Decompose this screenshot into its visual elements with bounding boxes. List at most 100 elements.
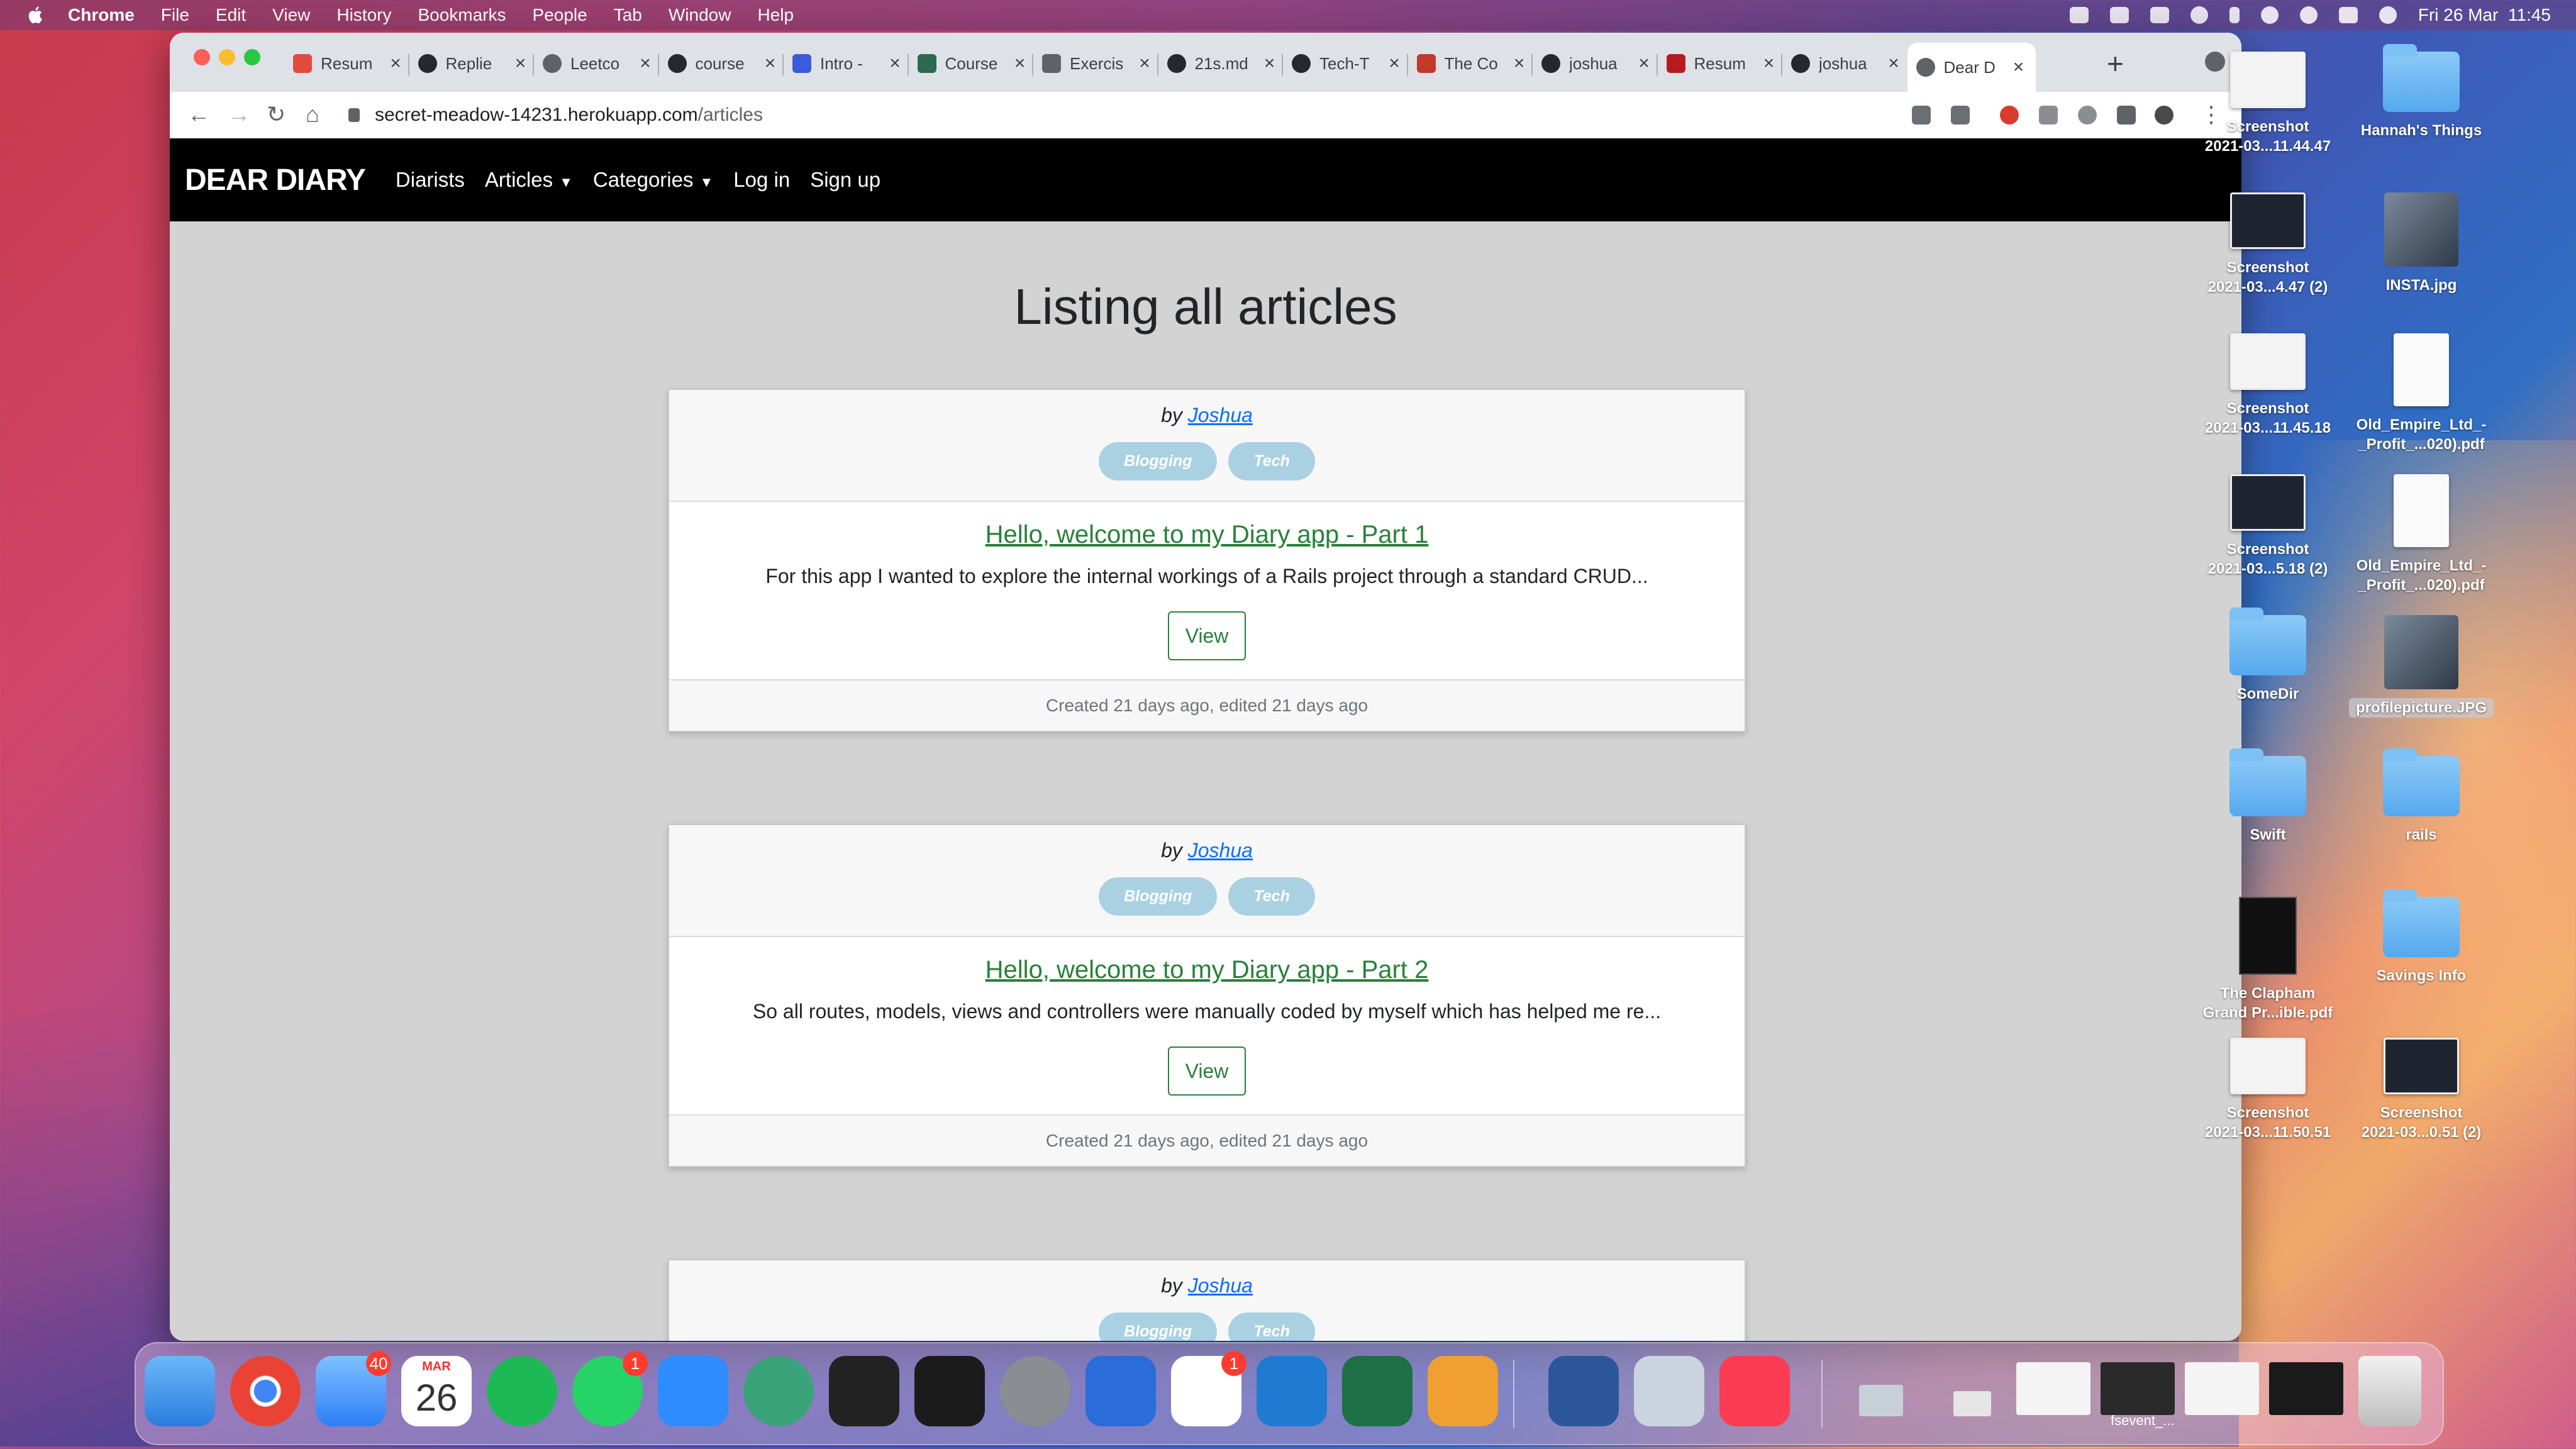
control-center-icon[interactable] xyxy=(2338,7,2358,23)
devtools-extension-icon[interactable] xyxy=(2039,106,2058,125)
close-tab-icon[interactable]: × xyxy=(1885,53,1902,74)
author-link[interactable]: Joshua xyxy=(1188,1274,1253,1297)
desktop-item[interactable]: The Clapham Grand Pr...ible.pdf xyxy=(2196,897,2340,1023)
desktop-item[interactable]: Screenshot 2021-03...5.18 (2) xyxy=(2196,474,2340,579)
close-tab-icon[interactable]: × xyxy=(1511,53,1528,74)
browser-tab[interactable]: The Co × xyxy=(1408,43,1536,84)
desktop-item[interactable]: Screenshot 2021-03...11.50.51 xyxy=(2196,1038,2340,1142)
category-badge[interactable]: Tech xyxy=(1228,877,1315,916)
zoom-window-button[interactable] xyxy=(244,49,260,65)
browser-tab[interactable]: Tech-T × xyxy=(1283,43,1411,84)
desktop-item[interactable]: Screenshot 2021-03...11.44.47 xyxy=(2196,52,2340,156)
puzzle-extensions-icon[interactable] xyxy=(2117,106,2136,125)
menu-help[interactable]: Help xyxy=(757,5,794,25)
address-bar[interactable]: secret-meadow-14231.herokuapp.com/articl… xyxy=(348,98,2135,132)
author-link[interactable]: Joshua xyxy=(1188,839,1253,862)
desktop-item[interactable]: INSTA.jpg xyxy=(2349,192,2494,295)
desktop-item[interactable]: Hannah's Things xyxy=(2349,44,2494,140)
excel-icon[interactable] xyxy=(1342,1356,1413,1426)
nav-articles-dropdown[interactable]: Articles ▼ xyxy=(485,168,573,192)
category-badge[interactable]: Tech xyxy=(1228,442,1315,480)
vscode-icon[interactable] xyxy=(1257,1356,1327,1426)
music-icon[interactable] xyxy=(1719,1356,1790,1426)
menu-window[interactable]: Window xyxy=(669,5,731,25)
category-badge[interactable]: Tech xyxy=(1228,1313,1315,1341)
desktop-item[interactable]: SomeDir xyxy=(2196,608,2340,704)
desktop-item[interactable]: Screenshot 2021-03...0.51 (2) xyxy=(2349,1038,2494,1142)
browser-tab[interactable]: Resum × xyxy=(1658,43,1786,84)
system-preferences-icon[interactable] xyxy=(1000,1356,1070,1426)
back-arrow-icon[interactable]: ← xyxy=(187,102,210,127)
minimized-window-thumbnail[interactable] xyxy=(2185,1362,2259,1415)
close-tab-icon[interactable]: × xyxy=(1636,53,1652,74)
slack-icon[interactable]: 1 xyxy=(1171,1351,1246,1426)
key-icon[interactable] xyxy=(1912,106,1931,125)
desktop-item[interactable]: Swift xyxy=(2196,748,2340,845)
atom-icon[interactable] xyxy=(743,1356,814,1426)
wifi-icon[interactable] xyxy=(2260,6,2279,24)
browser-tab[interactable]: Resum × xyxy=(284,43,413,84)
close-tab-icon[interactable]: × xyxy=(637,53,653,74)
bluetooth-icon[interactable] xyxy=(2229,7,2240,23)
article-title-link[interactable]: Hello, welcome to my Diary app - Part 1 xyxy=(669,521,1745,549)
close-tab-icon[interactable]: × xyxy=(1012,53,1028,74)
preview-icon[interactable] xyxy=(1634,1356,1704,1426)
home-icon[interactable]: ⌂ xyxy=(306,102,319,127)
view-article-button[interactable]: View xyxy=(1168,1046,1246,1096)
desktop-item[interactable]: Screenshot 2021-03...4.47 (2) xyxy=(2196,192,2340,297)
close-tab-icon[interactable]: × xyxy=(762,53,779,74)
spotlight-search-icon[interactable] xyxy=(2299,6,2318,24)
minimized-window-thumbnail[interactable] xyxy=(2101,1362,2175,1415)
nav-login[interactable]: Log in xyxy=(733,168,790,192)
category-badge[interactable]: Blogging xyxy=(1099,1313,1218,1341)
site-brand[interactable]: DEAR DIARY xyxy=(185,163,366,197)
word-icon[interactable] xyxy=(1548,1356,1619,1426)
nav-diarists[interactable]: Diarists xyxy=(396,168,465,192)
terminal-icon[interactable] xyxy=(914,1356,985,1426)
browser-tab[interactable]: joshua × xyxy=(1782,43,1911,84)
browser-tab[interactable]: course × xyxy=(659,43,787,84)
close-tab-icon[interactable]: × xyxy=(1136,53,1153,74)
menu-history[interactable]: History xyxy=(336,5,391,25)
bookmark-star-icon[interactable] xyxy=(1951,106,1970,125)
chrome-icon[interactable] xyxy=(230,1356,301,1426)
menu-app-name[interactable]: Chrome xyxy=(68,5,135,25)
close-tab-icon[interactable]: × xyxy=(387,53,404,74)
finder-icon[interactable] xyxy=(145,1356,215,1426)
browser-tab[interactable]: joshua × xyxy=(1533,43,1661,84)
menu-edit[interactable]: Edit xyxy=(216,5,246,25)
menu-people[interactable]: People xyxy=(533,5,587,25)
siri-icon[interactable] xyxy=(2379,6,2397,24)
browser-tab[interactable]: Dear D × xyxy=(1907,43,2036,92)
browser-tab[interactable]: 21s.md × xyxy=(1158,43,1287,84)
minimized-window-thumbnail[interactable] xyxy=(1859,1385,1903,1416)
calendar-icon[interactable]: MAR 26 xyxy=(401,1356,472,1426)
xcode-icon[interactable] xyxy=(1085,1356,1156,1426)
article-title-link[interactable]: Hello, welcome to my Diary app - Part 2 xyxy=(669,956,1745,984)
browser-tab[interactable]: Course × xyxy=(909,43,1037,84)
mail-icon[interactable]: 40 xyxy=(316,1351,391,1426)
new-tab-button[interactable]: + xyxy=(2107,49,2124,78)
close-tab-icon[interactable]: × xyxy=(1262,53,1278,74)
dropbox-icon[interactable] xyxy=(2109,7,2129,23)
forward-arrow-icon[interactable]: → xyxy=(228,102,250,127)
nav-categories-dropdown[interactable]: Categories ▼ xyxy=(593,168,713,192)
browser-tab[interactable]: Exercis × xyxy=(1033,43,1162,84)
play-icon[interactable] xyxy=(2190,6,2208,24)
close-tab-icon[interactable]: × xyxy=(887,53,903,74)
desktop-item[interactable]: Savings Info xyxy=(2349,889,2494,985)
desktop-item[interactable]: profilepicture.JPG xyxy=(2349,615,2494,718)
brave-shield-extension-icon[interactable] xyxy=(2000,106,2019,125)
browser-tab[interactable]: Intro - × xyxy=(784,43,912,84)
category-badge[interactable]: Blogging xyxy=(1099,877,1218,916)
trash-icon[interactable] xyxy=(2358,1356,2421,1426)
menu-tab[interactable]: Tab xyxy=(614,5,642,25)
close-tab-icon[interactable]: × xyxy=(1761,53,1777,74)
browser-tab[interactable]: Replie × xyxy=(409,43,538,84)
display-icon[interactable] xyxy=(2150,7,2169,23)
view-article-button[interactable]: View xyxy=(1168,611,1246,660)
nav-signup[interactable]: Sign up xyxy=(810,168,880,192)
screen-record-icon[interactable] xyxy=(2069,7,2089,23)
desktop-item[interactable]: Screenshot 2021-03...11.45.18 xyxy=(2196,333,2340,438)
author-link[interactable]: Joshua xyxy=(1188,404,1253,426)
